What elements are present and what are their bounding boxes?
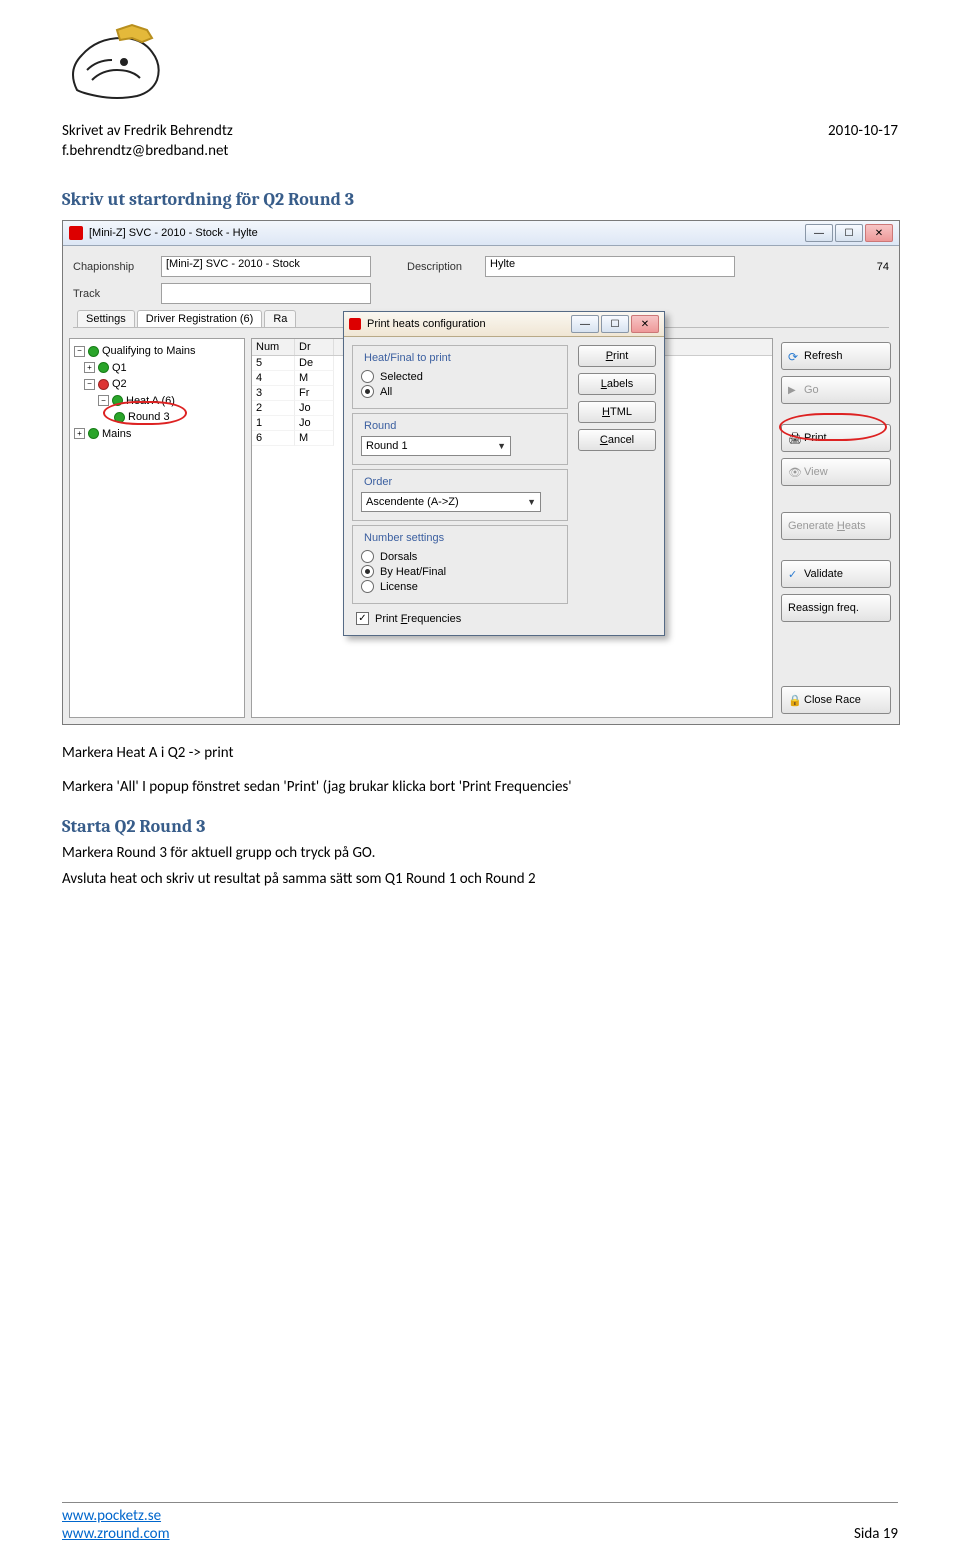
radio-selected-label: Selected (380, 371, 423, 383)
col-dr: Dr (295, 339, 334, 355)
chevron-down-icon: ▼ (527, 497, 536, 507)
tree-q1[interactable]: Q1 (112, 360, 127, 377)
dialog-title: Print heats configuration (367, 318, 486, 330)
logo-image (62, 20, 898, 110)
dialog-close[interactable]: ✕ (631, 315, 659, 333)
description-label: Description (407, 261, 477, 273)
reassign-freq-button[interactable]: Reassign freq. (781, 594, 891, 622)
legend-round: Round (361, 420, 399, 432)
app-icon (69, 226, 83, 240)
track-label: Track (73, 288, 153, 300)
dialog-maximize[interactable]: ☐ (601, 315, 629, 333)
chapionship-field[interactable]: [Mini-Z] SVC - 2010 - Stock (161, 256, 371, 277)
view-icon (788, 466, 800, 478)
dialog-icon (349, 318, 361, 330)
print-button[interactable]: Print (781, 424, 891, 452)
screenshot-app: [Mini-Z] SVC - 2010 - Stock - Hylte — ☐ … (62, 220, 898, 725)
tree-qualifying[interactable]: Qualifying to Mains (102, 343, 196, 360)
print-frequencies-label: Print Frequencies (375, 613, 461, 625)
radio-all-label: All (380, 386, 392, 398)
legend-order: Order (361, 476, 395, 488)
window-title: [Mini-Z] SVC - 2010 - Stock - Hylte (89, 227, 258, 239)
id-value: 74 (877, 261, 889, 273)
dialog-html-button[interactable]: HTML (578, 401, 656, 423)
radio-by-heat-label: By Heat/Final (380, 566, 446, 578)
check-icon (788, 568, 800, 580)
generate-heats-button[interactable]: Generate Heats (781, 512, 891, 540)
section-title-2: Starta Q2 Round 3 (62, 816, 898, 837)
close-button[interactable]: ✕ (865, 224, 893, 242)
radio-all[interactable] (361, 385, 374, 398)
tree-mains[interactable]: Mains (102, 426, 131, 443)
close-race-button[interactable]: Close Race (781, 686, 891, 714)
tree-q2[interactable]: Q2 (112, 376, 127, 393)
paragraph-4: Avsluta heat och skriv ut resultat på sa… (62, 869, 898, 889)
dialog-print-button[interactable]: Print (578, 345, 656, 367)
radio-dorsals[interactable] (361, 550, 374, 563)
description-field[interactable]: Hylte (485, 256, 735, 277)
paragraph-2: Markera 'All' I popup fönstret sedan 'Pr… (62, 777, 898, 797)
paragraph-1: Markera Heat A i Q2 -> print (62, 743, 898, 763)
checkbox-print-frequencies[interactable] (356, 612, 369, 625)
refresh-button[interactable]: Refresh (781, 342, 891, 370)
radio-dorsals-label: Dorsals (380, 551, 417, 563)
page-number: Sida 19 (854, 1525, 898, 1543)
legend-number: Number settings (361, 532, 447, 544)
print-heats-dialog: Print heats configuration — ☐ ✕ Heat/Fin… (343, 311, 665, 636)
footer-link-2[interactable]: www.zround.com (62, 1525, 170, 1543)
radio-license-label: License (380, 581, 418, 593)
chapionship-label: Chapionship (73, 261, 153, 273)
radio-by-heat[interactable] (361, 565, 374, 578)
col-num: Num (252, 339, 295, 355)
dialog-minimize[interactable]: — (571, 315, 599, 333)
paragraph-3: Markera Round 3 för aktuell grupp och tr… (62, 843, 898, 863)
radio-selected[interactable] (361, 370, 374, 383)
section-title-1: Skriv ut startordning för Q2 Round 3 (62, 189, 898, 210)
tab-ra[interactable]: Ra (264, 310, 296, 327)
round-combo[interactable]: Round 1▼ (361, 436, 511, 456)
validate-button[interactable]: Validate (781, 560, 891, 588)
maximize-button[interactable]: ☐ (835, 224, 863, 242)
window-titlebar: [Mini-Z] SVC - 2010 - Stock - Hylte — ☐ … (63, 221, 899, 246)
author-email: f.behrendtz@bredband.net (62, 142, 233, 162)
chevron-down-icon: ▼ (497, 441, 506, 451)
view-button[interactable]: View (781, 458, 891, 486)
radio-license[interactable] (361, 580, 374, 593)
go-button[interactable]: Go (781, 376, 891, 404)
header-date: 2010-10-17 (828, 122, 898, 161)
footer-link-1[interactable]: www.pocketz.se (62, 1507, 161, 1525)
tree-round3[interactable]: Round 3 (128, 409, 170, 426)
print-icon (788, 432, 800, 444)
dialog-titlebar: Print heats configuration — ☐ ✕ (344, 312, 664, 337)
dialog-labels-button[interactable]: Labels (578, 373, 656, 395)
lock-icon (788, 694, 800, 706)
go-icon (788, 384, 800, 396)
legend-heat-final: Heat/Final to print (361, 352, 454, 364)
tree-heat-a[interactable]: Heat A (6) (126, 393, 175, 410)
dialog-cancel-button[interactable]: Cancel (578, 429, 656, 451)
tab-settings[interactable]: Settings (77, 310, 135, 327)
track-field[interactable] (161, 283, 371, 304)
heat-tree[interactable]: −Qualifying to Mains +Q1 −Q2 −Heat A (6)… (69, 338, 245, 718)
author-line: Skrivet av Fredrik Behrendtz (62, 122, 233, 142)
refresh-icon (788, 350, 800, 362)
minimize-button[interactable]: — (805, 224, 833, 242)
order-combo[interactable]: Ascendente (A->Z)▼ (361, 492, 541, 512)
tab-driver-registration[interactable]: Driver Registration (6) (137, 310, 263, 327)
